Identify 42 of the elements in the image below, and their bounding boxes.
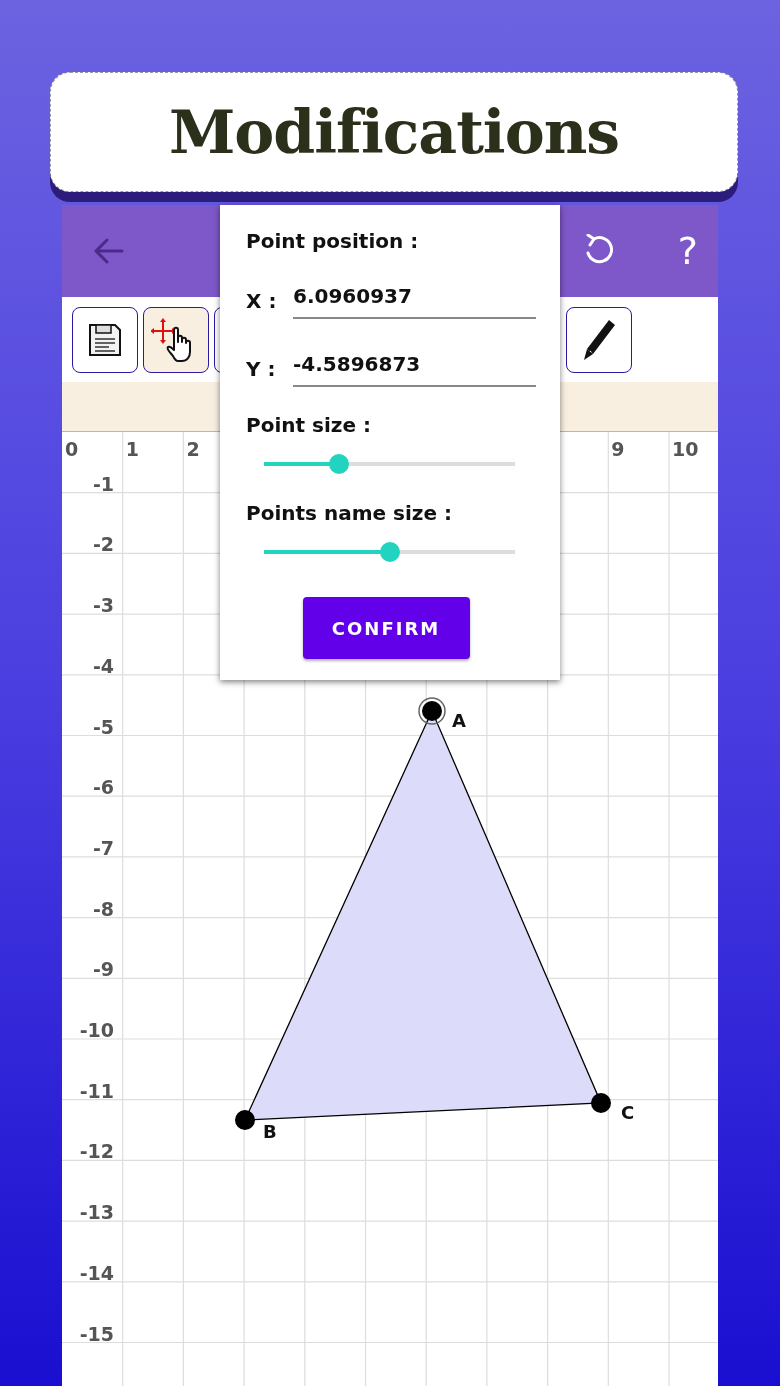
slider-label: Points name size :	[246, 503, 453, 523]
axis-label: 2	[186, 438, 200, 460]
axis-label: -1	[92, 472, 114, 495]
axis-label: -11	[79, 1079, 114, 1102]
point[interactable]	[591, 1093, 611, 1113]
point-label: B	[263, 1121, 277, 1142]
slider[interactable]	[264, 541, 515, 563]
toolbar-button[interactable]	[72, 306, 138, 373]
slider-label: Point size :	[246, 415, 372, 435]
toolbar-button[interactable]	[143, 306, 209, 373]
axis-label: -15	[79, 1322, 114, 1345]
input-field[interactable]: -4.5896873	[293, 349, 536, 387]
axis-label: -9	[92, 958, 114, 981]
slider[interactable]	[264, 453, 515, 475]
axis-label: 0	[65, 438, 79, 460]
axis-label: 10	[672, 438, 699, 460]
toolbar-button[interactable]	[566, 306, 632, 373]
title: Modifications	[168, 96, 620, 169]
input-field[interactable]: 6.0960937	[293, 281, 536, 319]
axis-label: -10	[79, 1019, 114, 1041]
axis-label: -6	[92, 776, 114, 799]
pencil-icon	[581, 317, 617, 362]
axis-label: -13	[79, 1201, 114, 1224]
axis-label: -12	[79, 1140, 114, 1163]
point[interactable]	[235, 1110, 255, 1130]
axis-label: -2	[92, 533, 114, 556]
dialog-heading: Point position :	[246, 231, 420, 251]
axis-label: -3	[92, 594, 114, 617]
axis-label: -5	[92, 715, 114, 738]
axis-label: -14	[79, 1261, 114, 1284]
axis-label: -7	[92, 836, 114, 859]
point-label: C	[621, 1102, 635, 1123]
axis-label: 9	[611, 438, 625, 460]
axis-label: -4	[92, 654, 114, 677]
help-button[interactable]: ?	[677, 232, 698, 270]
axis-label: -8	[92, 897, 114, 920]
field-label: X :	[246, 291, 278, 315]
axis-label: 1	[125, 438, 139, 460]
field-label: Y :	[246, 359, 277, 383]
point-label: A	[452, 710, 466, 731]
save-icon	[87, 321, 123, 358]
confirm-button[interactable]: CONFIRM	[302, 597, 470, 659]
